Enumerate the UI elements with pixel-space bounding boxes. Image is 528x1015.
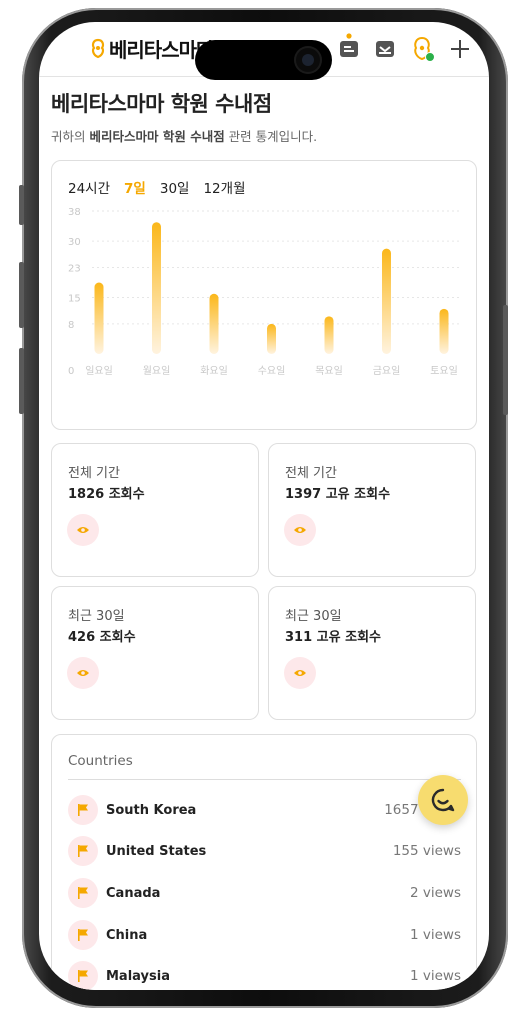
stat-label: 전체 기간: [285, 466, 337, 481]
stat-label: 최근 30일: [68, 609, 125, 624]
flag-icon: [68, 795, 98, 825]
tab-24h[interactable]: 24시간: [68, 177, 110, 197]
countries-card: Countries South Korea 1657 views United …: [51, 734, 477, 990]
country-name: Canada: [106, 885, 161, 901]
country-row: Malaysia 1 views: [68, 960, 461, 990]
profile-card-icon[interactable]: [337, 32, 361, 60]
flag-icon: [68, 920, 98, 950]
flag-icon: [68, 878, 98, 908]
stat-card-total-unique-views: 전체 기간 1397 고유 조회수: [268, 443, 476, 577]
y-tick-label: 8: [68, 320, 74, 331]
subtitle-prefix: 귀하의: [51, 129, 90, 144]
app-screen: 베리타스마마 베리타스마마 학원 수내점 귀하의 베리타스마마 학원 수내점 관…: [39, 22, 489, 990]
eye-icon: [284, 657, 316, 689]
country-name: China: [106, 927, 148, 943]
bar[interactable]: [94, 282, 104, 355]
bar[interactable]: [209, 293, 219, 354]
x-tick-label: 일요일: [85, 365, 113, 377]
chat-smile-icon: [431, 788, 455, 812]
stat-value: 426 조회수: [68, 630, 136, 645]
action-button: [19, 185, 24, 225]
y-tick-label: 23: [68, 263, 81, 274]
stat-label: 최근 30일: [285, 609, 342, 624]
eye-icon: [67, 514, 99, 546]
bar[interactable]: [267, 323, 276, 354]
tab-7d[interactable]: 7일: [124, 177, 146, 197]
country-row: China 1 views: [68, 919, 461, 951]
page-subtitle: 귀하의 베리타스마마 학원 수내점 관련 통계입니다.: [51, 126, 317, 145]
x-tick-label: 토요일: [430, 365, 458, 377]
stat-label: 전체 기간: [68, 466, 120, 481]
y-tick-label: 15: [68, 294, 81, 305]
stat-card-30d-views: 최근 30일 426 조회수: [51, 586, 259, 720]
stat-value: 1397 고유 조회수: [285, 487, 391, 502]
x-tick-label: 월요일: [143, 365, 171, 377]
flag-icon: [68, 961, 98, 990]
stat-value: 1826 조회수: [68, 487, 145, 502]
bar[interactable]: [324, 316, 334, 354]
online-status-dot: [425, 52, 435, 62]
logo-mark-icon: [91, 38, 105, 58]
country-views: 155 views: [392, 843, 461, 859]
bar[interactable]: [439, 308, 449, 354]
divider: [68, 779, 461, 780]
stat-value: 311 고유 조회수: [285, 630, 381, 645]
bar[interactable]: [382, 248, 391, 354]
countries-heading: Countries: [68, 753, 133, 769]
country-views: 1 views: [409, 968, 461, 984]
subtitle-bold: 베리타스마마 학원 수내점: [89, 129, 225, 144]
country-row: South Korea 1657 views: [68, 794, 461, 826]
eye-icon: [284, 514, 316, 546]
account-button[interactable]: [410, 35, 435, 63]
volume-up-button: [19, 262, 24, 328]
chat-button[interactable]: [418, 775, 468, 825]
country-name: United States: [106, 843, 207, 859]
x-tick-label: 화요일: [200, 365, 228, 377]
y-tick-label: 30: [68, 237, 81, 248]
flag-icon: [68, 836, 98, 866]
country-name: South Korea: [106, 802, 197, 818]
views-chart-card: 24시간 7일 30일 12개월 0 8 15 23 30 38 일요일 월요일 화요일 수요일 목…: [51, 160, 477, 430]
period-tabs: 24시간 7일 30일 12개월: [68, 177, 246, 197]
x-tick-label: 수요일: [258, 365, 286, 377]
page-title: 베리타스마마 학원 수내점: [51, 92, 272, 116]
plus-icon[interactable]: [449, 38, 471, 60]
volume-down-button: [19, 348, 24, 414]
country-row: United States 155 views: [68, 835, 461, 867]
eye-icon: [67, 657, 99, 689]
front-camera: [294, 46, 322, 74]
stat-card-total-views: 전체 기간 1826 조회수: [51, 443, 259, 577]
x-tick-label: 목요일: [315, 365, 343, 377]
country-views: 1 views: [409, 927, 461, 943]
country-name: Malaysia: [106, 968, 170, 984]
tab-30d[interactable]: 30일: [160, 177, 190, 197]
power-button: [503, 305, 508, 415]
views-bar-chart: 0 8 15 23 30 38 일요일 월요일 화요일 수요일 목요일 금요일 토요일: [68, 207, 462, 377]
country-row: Canada 2 views: [68, 877, 461, 909]
country-views: 2 views: [409, 885, 461, 901]
y-tick-label: 0: [68, 366, 74, 377]
y-tick-label: 38: [68, 207, 81, 218]
bar[interactable]: [152, 222, 161, 354]
stat-card-30d-unique-views: 최근 30일 311 고유 조회수: [268, 586, 476, 720]
inbox-icon[interactable]: [374, 38, 396, 60]
x-tick-label: 금요일: [373, 365, 401, 377]
subtitle-suffix: 관련 통계입니다.: [224, 129, 318, 144]
tab-12m[interactable]: 12개월: [203, 177, 245, 197]
